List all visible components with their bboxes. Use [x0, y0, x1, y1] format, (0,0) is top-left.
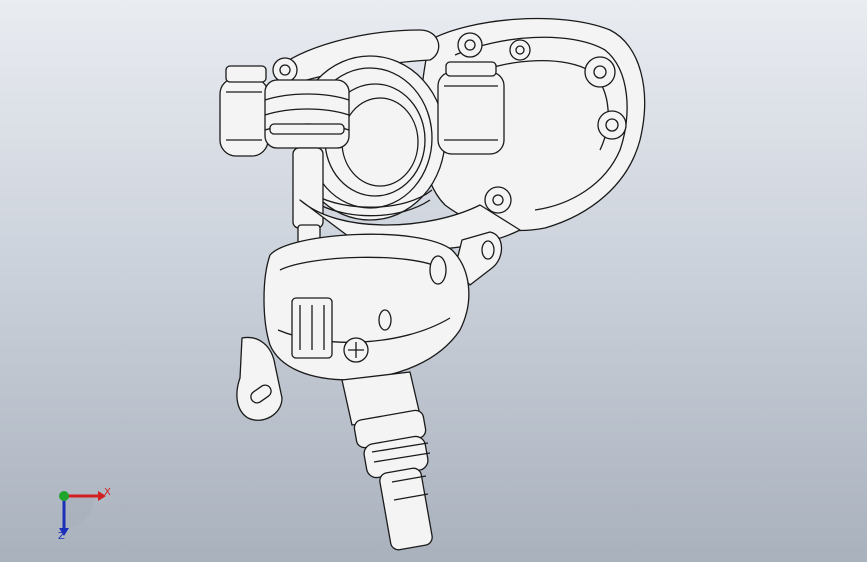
x-axis-label: X [104, 487, 111, 498]
z-axis-label: Z [58, 531, 65, 542]
cad-model-view[interactable] [0, 0, 867, 562]
coordinate-triad: X Z [44, 478, 124, 548]
triad-arrows [59, 491, 106, 536]
sensor-rod [292, 147, 324, 229]
graphics-viewport[interactable]: X Z [0, 0, 867, 562]
motor-cap-left [219, 77, 269, 157]
y-axis-dot [59, 491, 69, 501]
motor-cap-right [437, 71, 505, 155]
sensor-cap [264, 79, 350, 149]
